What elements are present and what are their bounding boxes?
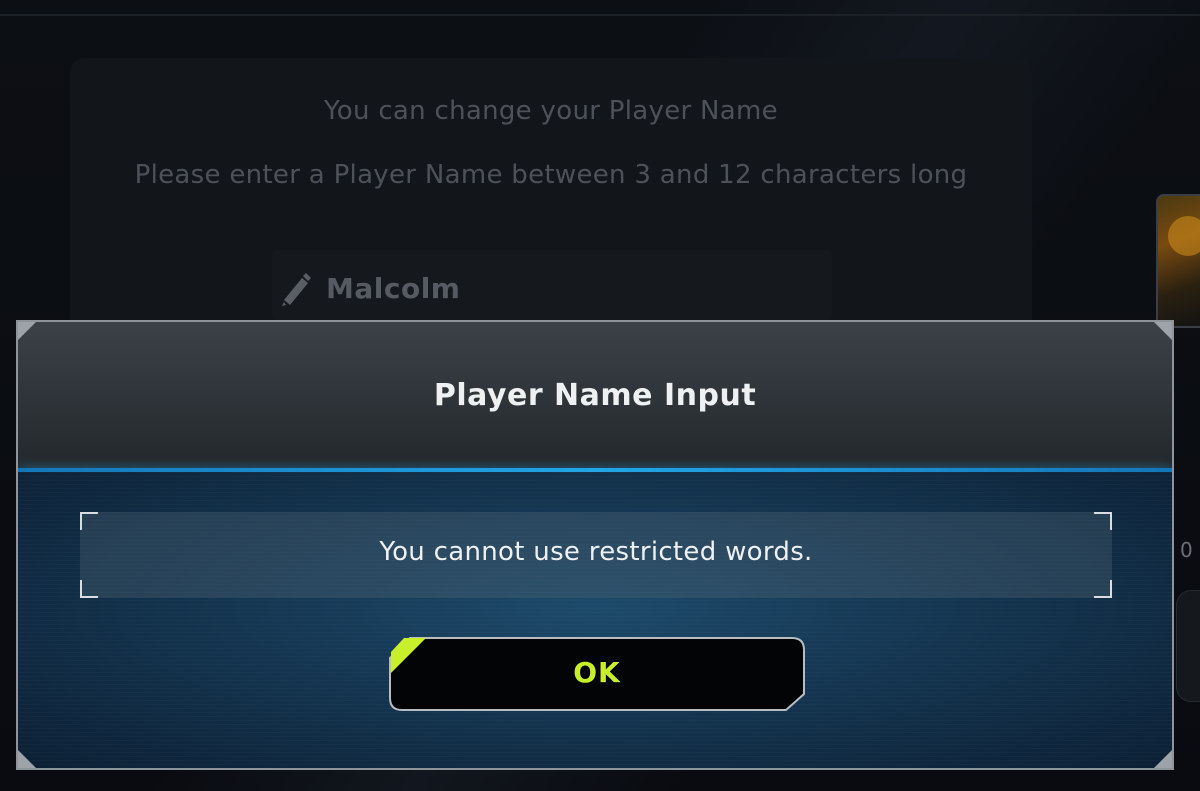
player-name-value: Malcolm: [326, 272, 461, 305]
corner-bottom-right: [1154, 750, 1172, 768]
bracket-top-left: [80, 512, 98, 530]
bracket-bottom-left: [80, 580, 98, 598]
pencil-icon: [282, 273, 311, 306]
ok-button-label: OK: [573, 656, 621, 689]
corner-top-right: [1154, 322, 1172, 340]
name-change-title: You can change your Player Name: [324, 96, 778, 126]
player-name-input-dialog: Player Name Input You cannot use restric…: [16, 320, 1174, 770]
bracket-top-right: [1094, 512, 1112, 530]
dialog-title: Player Name Input: [433, 378, 757, 413]
corner-bottom-left: [18, 750, 36, 768]
dialog-header: Player Name Input: [18, 322, 1172, 468]
message-box: You cannot use restricted words.: [80, 512, 1112, 598]
error-message: You cannot use restricted words.: [379, 537, 813, 567]
card-thumbnail: [1156, 194, 1200, 328]
side-tab: [1176, 590, 1200, 702]
ok-button[interactable]: OK: [388, 636, 806, 712]
top-divider: [0, 14, 1200, 16]
bracket-bottom-right: [1094, 580, 1112, 598]
name-change-instructions: Please enter a Player Name between 3 and…: [134, 160, 968, 190]
side-counter: 0: [1180, 538, 1193, 562]
corner-top-left: [18, 322, 36, 340]
